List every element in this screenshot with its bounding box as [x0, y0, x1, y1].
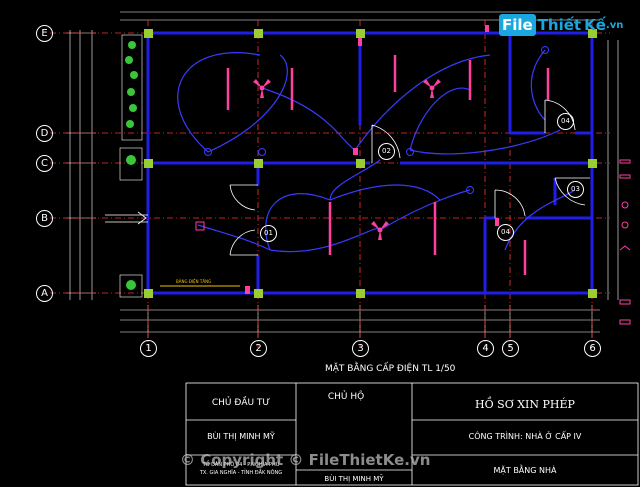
room-tag-01: 01: [260, 225, 277, 242]
project-label: CÔNG TRÌNH: NHÀ Ở CẤP IV: [468, 432, 582, 441]
sheet-label: MẶT BẰNG NHÀ: [493, 466, 557, 475]
ceiling-fan-icons: [253, 79, 441, 240]
household-name: BÙI THỊ MINH MỸ: [324, 475, 384, 483]
grid-col-bubble-5: 5: [502, 340, 519, 357]
site-logo: File Thiết Kế .vn: [499, 10, 623, 40]
logo-file-text: File: [499, 14, 536, 36]
drawing-title: MẶT BẰNG CẤP ĐIỆN TL 1/50: [325, 364, 456, 374]
ceiling-light-icons: [204, 46, 549, 194]
switch-icons: [195, 25, 499, 294]
owner-address-2: TX. GIA NGHĨA - TỈNH ĐẮK NÔNG: [199, 470, 283, 476]
owner-name: BÙI THỊ MINH MỸ: [207, 432, 275, 441]
legend-symbols: [619, 159, 631, 325]
owner-header: CHỦ ĐẦU TƯ: [211, 398, 271, 408]
grid-col-bubble-1: 1: [140, 340, 157, 357]
floor-plan-drawing: [50, 11, 639, 486]
grid-row-bubble-b: B: [36, 210, 53, 227]
grid-col-bubble-2: 2: [250, 340, 267, 357]
doors: [105, 99, 590, 256]
grid-col-bubble-3: 3: [352, 340, 369, 357]
grid-axes: [50, 20, 610, 348]
grid-col-bubble-4: 4: [477, 340, 494, 357]
watermark: © Copyright © FileThietKe.vn: [180, 451, 431, 469]
grid-row-bubble-e: E: [36, 25, 53, 42]
household-header: CHỦ HỘ: [327, 392, 365, 402]
panel-label: BẢNG ĐIỆN TẦNG: [176, 279, 212, 284]
room-tag-02: 02: [378, 143, 395, 160]
room-tag-03: 03: [567, 181, 584, 198]
room-tag-04b: 04: [557, 113, 574, 130]
fluorescent-light-fixtures: [226, 55, 550, 275]
grid-row-bubble-d: D: [36, 125, 53, 142]
logo-thiet-text: Thiết: [537, 16, 582, 34]
wiring: [177, 49, 576, 253]
logo-vn-text: .vn: [605, 19, 624, 31]
room-tag-04a: 04: [497, 224, 514, 241]
grid-col-bubble-6: 6: [584, 340, 601, 357]
logo-ke-text: Kế: [584, 16, 606, 34]
grid-row-bubble-a: A: [36, 285, 53, 302]
planter-boxes: [119, 34, 143, 298]
dossier-title: HỒ SƠ XIN PHÉP: [475, 398, 575, 411]
grid-row-bubble-c: C: [36, 155, 53, 172]
